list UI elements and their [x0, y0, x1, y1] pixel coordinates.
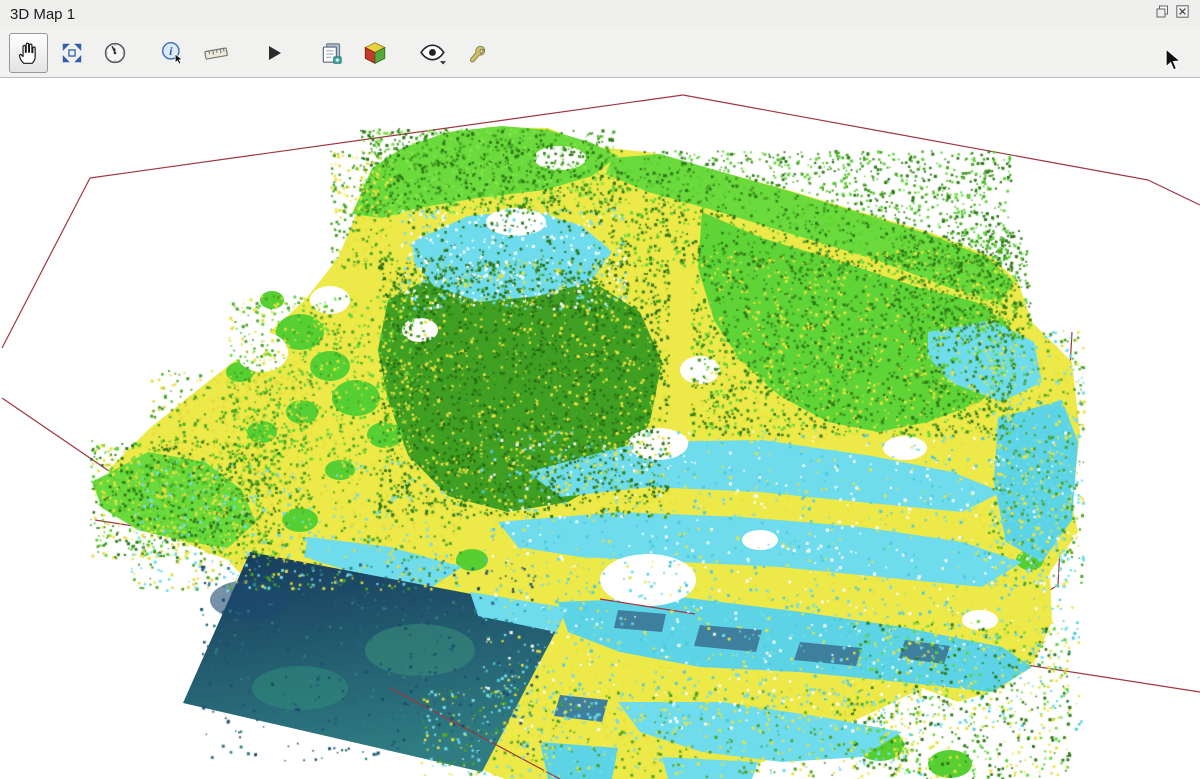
- point-cloud-speckle-layer: [0, 79, 1200, 779]
- close-icon: [1176, 5, 1189, 23]
- close-panel-button[interactable]: [1175, 7, 1190, 22]
- mouse-cursor-icon: [1164, 48, 1186, 79]
- play-icon: [262, 41, 286, 65]
- ruler-icon: [202, 40, 230, 66]
- set-view-direction-button[interactable]: [95, 33, 134, 73]
- 3d-map-toolbar: i: [0, 28, 1200, 78]
- measure-line-button[interactable]: [196, 33, 235, 73]
- identify-button[interactable]: i: [153, 33, 192, 73]
- panel-title: 3D Map 1: [10, 6, 75, 23]
- 3d-viewport[interactable]: [0, 79, 1200, 779]
- set-scene-extent-button[interactable]: [355, 33, 394, 73]
- camera-visibility-menu-button[interactable]: [413, 33, 452, 73]
- float-panel-button[interactable]: [1155, 7, 1170, 22]
- eye-icon: [419, 40, 447, 66]
- zoom-extent-icon: [59, 40, 85, 66]
- hand-icon: [16, 40, 42, 66]
- save-as-image-button[interactable]: [312, 33, 351, 73]
- configure-button[interactable]: [456, 33, 495, 73]
- animations-button[interactable]: [254, 33, 293, 73]
- camera-pan-button[interactable]: [9, 33, 48, 73]
- window-controls: [1155, 7, 1190, 22]
- export-scene-icon: [319, 40, 345, 66]
- panel-titlebar: 3D Map 1: [0, 0, 1200, 28]
- identify-icon: i: [160, 40, 186, 66]
- compass-icon: [102, 40, 128, 66]
- wrench-icon: [463, 40, 489, 66]
- float-icon: [1156, 5, 1169, 23]
- cube-3d-icon: [362, 40, 388, 66]
- zoom-full-button[interactable]: [52, 33, 91, 73]
